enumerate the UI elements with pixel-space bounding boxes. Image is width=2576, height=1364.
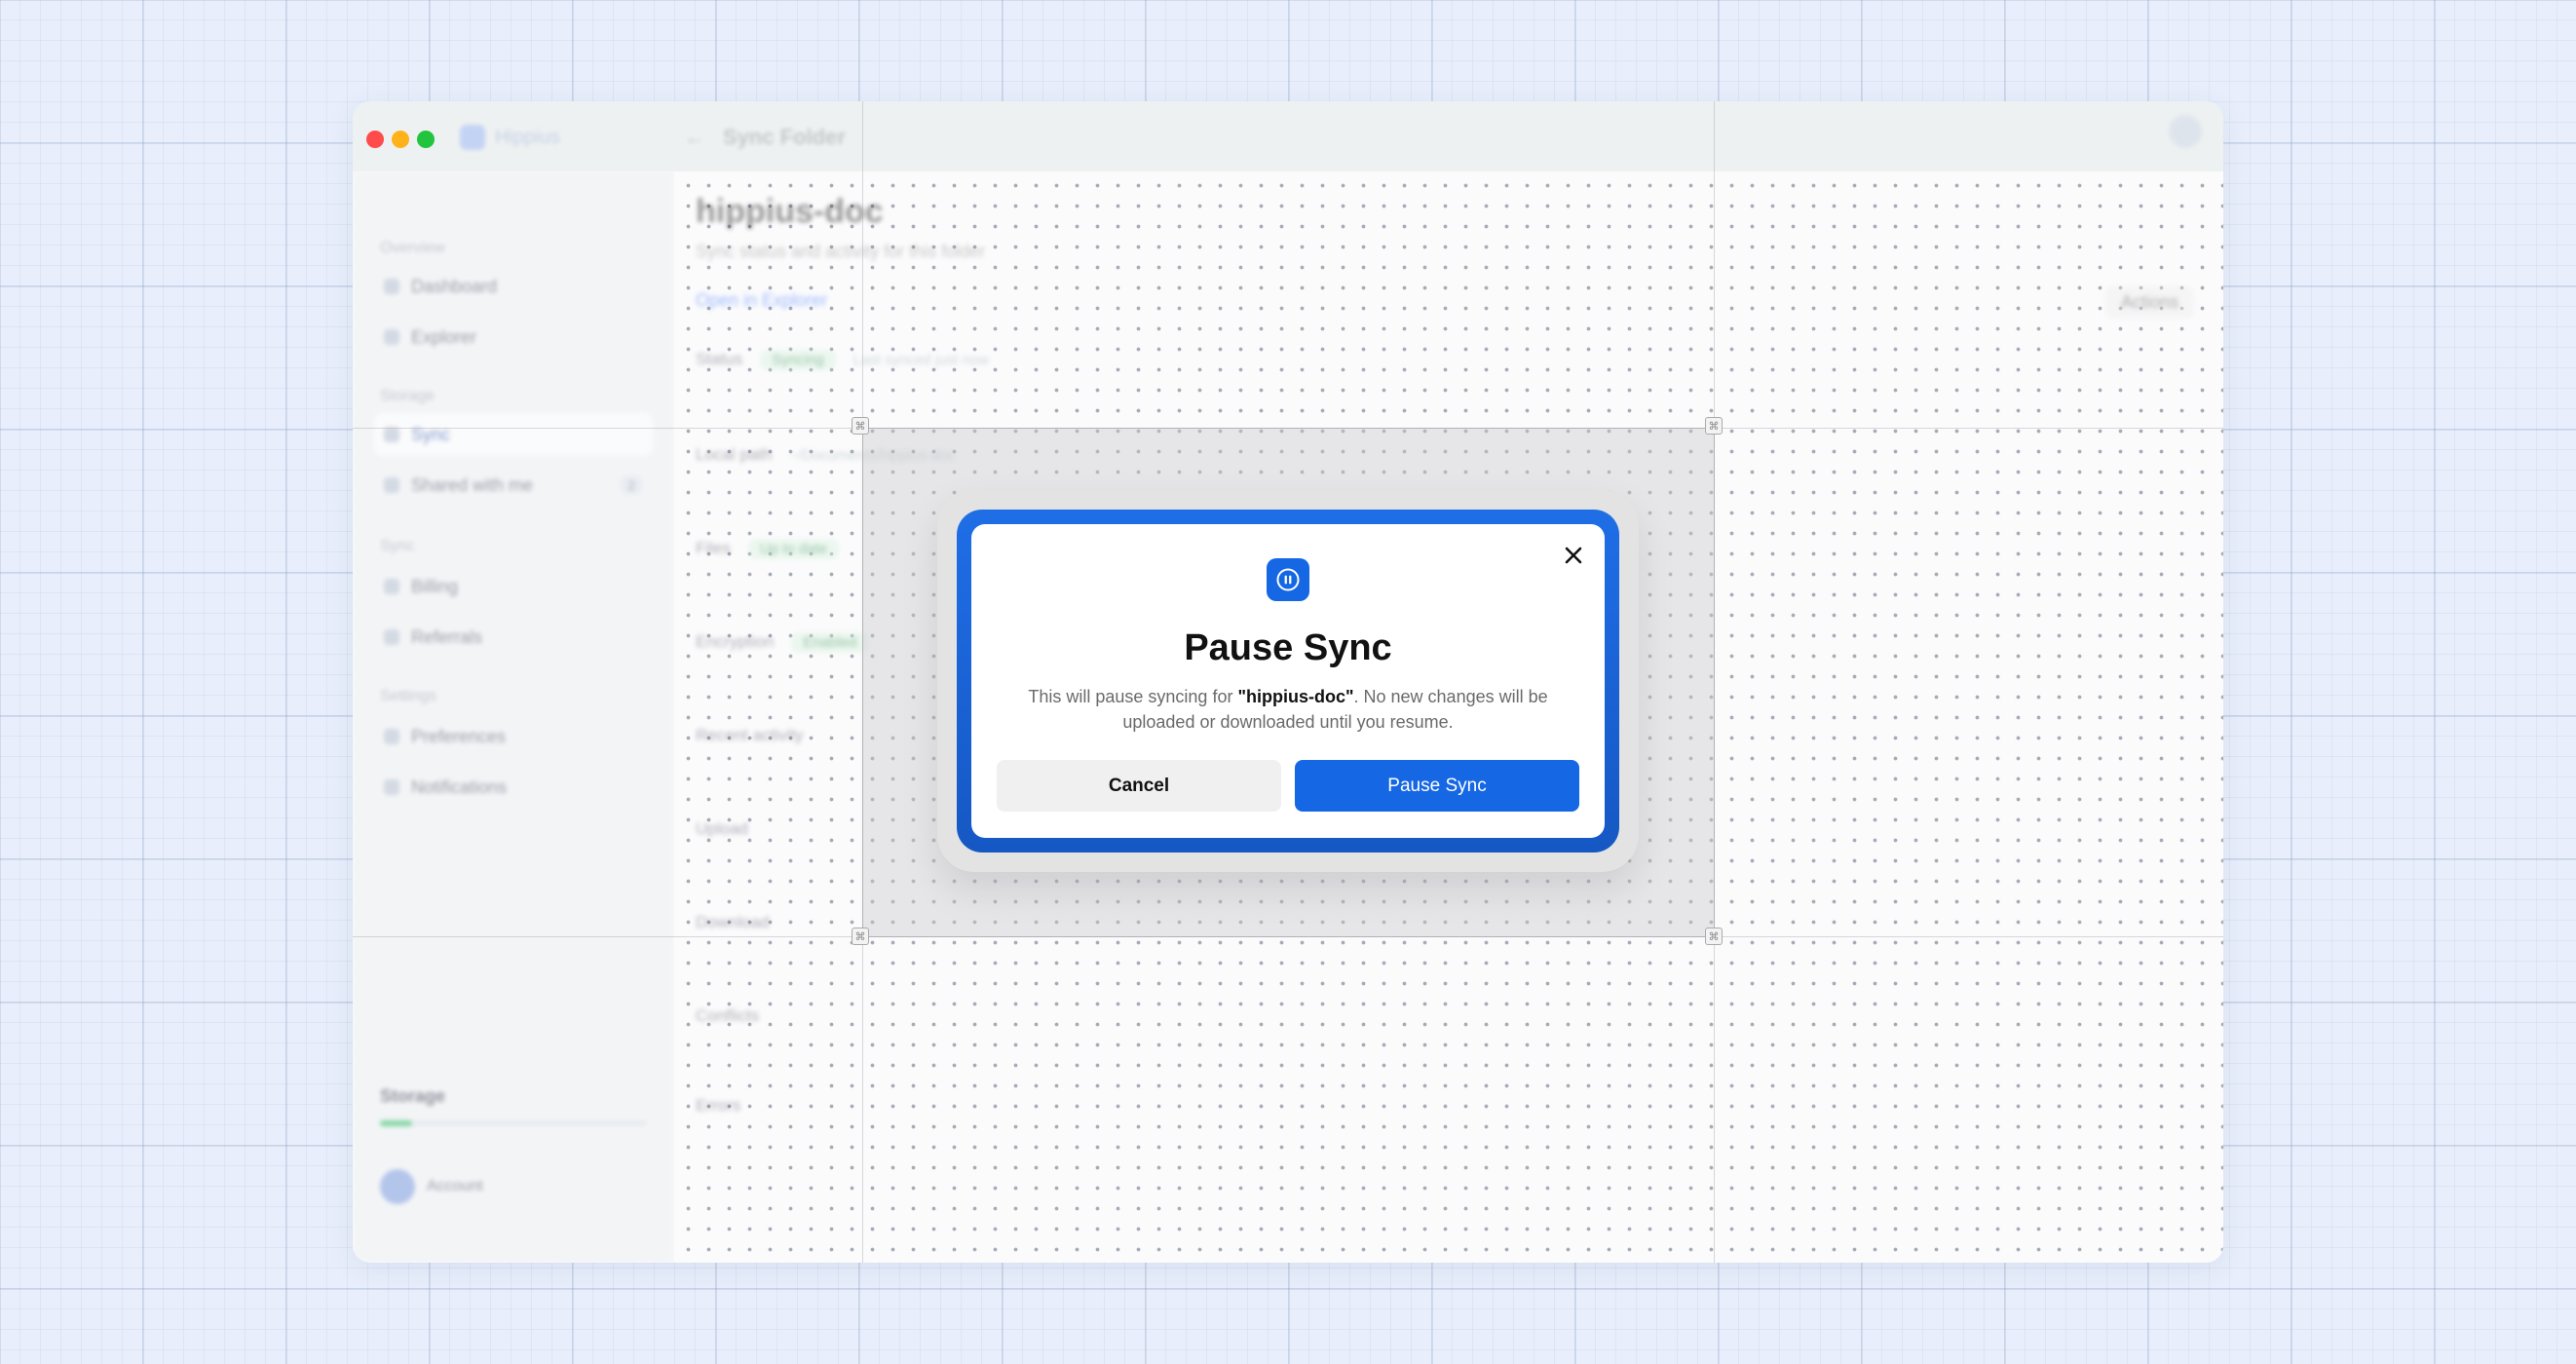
pause-icon (1276, 568, 1300, 591)
sidebar: Overview Dashboard Explorer Storage Sync… (353, 171, 674, 1263)
pause-badge (1267, 558, 1309, 601)
pause-sync-dialog: Pause Sync This will pause syncing for "… (971, 524, 1605, 838)
sidebar-item-label: Referrals (411, 626, 483, 647)
list-item: Status Syncing Last synced just now (696, 345, 2184, 374)
row-label: Download (696, 913, 770, 931)
row-label: Recent activity (696, 726, 804, 744)
bell-icon (384, 779, 399, 795)
sidebar-item-billing[interactable]: Billing (374, 565, 653, 608)
dialog-message: This will pause syncing for "hippius-doc… (1010, 684, 1566, 735)
app-name-label: Hippius (495, 126, 560, 148)
sidebar-item-label: Billing (411, 576, 459, 596)
sidebar-group-title: Sync (380, 538, 415, 554)
dialog-shell: Pause Sync This will pause syncing for "… (937, 490, 1639, 872)
sidebar-item-sync[interactable]: Sync (374, 413, 653, 456)
open-explorer-link[interactable]: Open in Explorer (696, 290, 827, 311)
card-icon (384, 579, 399, 594)
sync-icon (384, 427, 399, 442)
folder-icon (384, 329, 399, 345)
close-button[interactable] (1556, 538, 1591, 573)
dialog-frame: Pause Sync This will pause syncing for "… (957, 510, 1619, 852)
sidebar-item-referrals[interactable]: Referrals (374, 616, 653, 659)
app-logo-icon (460, 125, 485, 150)
gift-icon (384, 629, 399, 645)
folder-name: "hippius-doc" (1237, 687, 1354, 706)
sidebar-item-notifications[interactable]: Notifications (374, 766, 653, 809)
close-icon (1565, 547, 1582, 564)
row-label: Local path (696, 445, 773, 464)
title-bar: Hippius ← Sync Folder (353, 101, 2223, 171)
sidebar-item-dashboard[interactable]: Dashboard (374, 265, 653, 308)
resize-handle-icon[interactable]: ⌘ (852, 928, 869, 945)
minimize-window-button[interactable] (392, 131, 409, 148)
row-label: Encryption (696, 632, 775, 651)
user-profile[interactable]: Account (380, 1169, 483, 1204)
storage-title: Storage (380, 1086, 446, 1106)
list-item: Errors (696, 1091, 2184, 1120)
maximize-window-button[interactable] (417, 131, 435, 148)
message-prefix: This will pause syncing for (1028, 687, 1238, 706)
actions-button[interactable]: Actions (2104, 286, 2194, 319)
gear-icon (384, 729, 399, 744)
row-label: Errors (696, 1096, 741, 1115)
sidebar-item-label: Shared with me (411, 474, 534, 495)
sidebar-item-label: Notifications (411, 777, 508, 797)
page-title: hippius-doc (696, 193, 884, 230)
resize-handle-icon[interactable]: ⌘ (852, 417, 869, 435)
status-badge: Up to date (747, 538, 840, 559)
row-label: Status (696, 350, 743, 368)
sidebar-item-shared[interactable]: Shared with me 2 (374, 464, 653, 507)
sidebar-item-label: Dashboard (411, 276, 498, 296)
row-label: Files (696, 539, 731, 557)
avatar[interactable] (2169, 115, 2202, 148)
page-subtitle: Sync status and activity for this folder (696, 242, 986, 261)
sidebar-group-title: Storage (380, 388, 436, 404)
sidebar-item-label: Explorer (411, 326, 477, 347)
status-badge: Enabled (791, 631, 869, 653)
resize-handle-icon[interactable]: ⌘ (1705, 417, 1723, 435)
app-name: Hippius (460, 125, 560, 150)
user-label: Account (427, 1178, 483, 1194)
resize-handle-icon[interactable]: ⌘ (1705, 928, 1723, 945)
sidebar-item-label: Preferences (411, 726, 507, 746)
avatar (380, 1169, 415, 1204)
sidebar-item-preferences[interactable]: Preferences (374, 715, 653, 758)
row-label: Conflicts (696, 1006, 760, 1025)
row-label: Upload (696, 819, 748, 838)
window-title: ← Sync Folder (684, 125, 846, 150)
count-badge: 2 (620, 475, 643, 495)
dialog-title: Pause Sync (1184, 627, 1392, 668)
dashboard-icon (384, 279, 399, 294)
pause-sync-button[interactable]: Pause Sync (1295, 760, 1579, 812)
window-title-label: Sync Folder (723, 125, 846, 149)
list-item: Conflicts (696, 1002, 2184, 1031)
back-arrow-icon[interactable]: ← (684, 125, 705, 150)
cancel-button[interactable]: Cancel (997, 760, 1281, 812)
row-meta: Last synced just now (852, 351, 989, 368)
storage-progress-bar (380, 1120, 647, 1126)
share-icon (384, 477, 399, 493)
sidebar-group-title: Overview (380, 240, 445, 256)
sidebar-group-title: Settings (380, 688, 436, 704)
sidebar-item-explorer[interactable]: Explorer (374, 316, 653, 359)
storage-progress-fill (380, 1120, 412, 1126)
close-window-button[interactable] (366, 131, 384, 148)
status-badge: Syncing (760, 349, 836, 370)
